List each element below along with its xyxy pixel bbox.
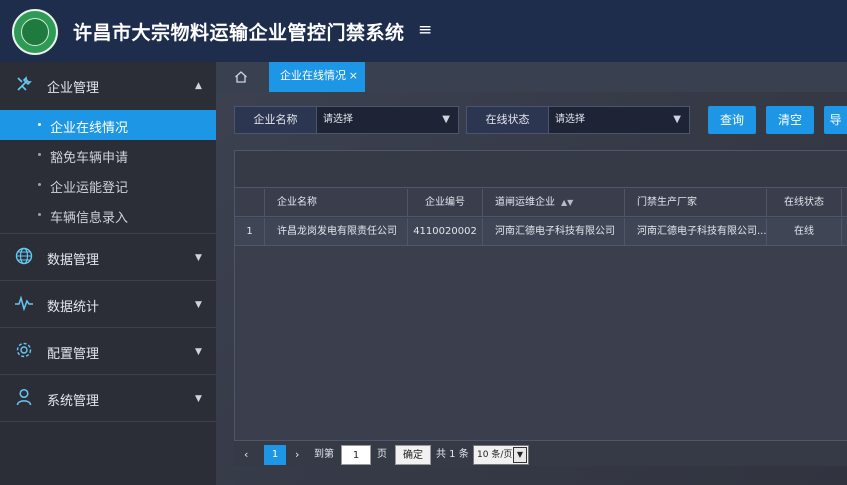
page-button-current[interactable]: 1 — [264, 445, 286, 465]
bullet-icon — [38, 183, 41, 186]
sidebar-item-label: 企业运能登记 — [50, 181, 129, 196]
sidebar-item-data-statistics[interactable]: 数据统计 ▼ — [0, 281, 216, 327]
pagination: ‹ 1 › 到第 1 页 确定 共 1 条 10 条/页 ▼ — [234, 440, 847, 466]
gear-icon — [14, 341, 34, 361]
column-header-index — [235, 189, 265, 217]
app-header: 许昌市大宗物料运输企业管控门禁系统 ≡ — [0, 0, 847, 62]
select-value: 请选择 — [555, 114, 585, 125]
sidebar-item-data-management[interactable]: 数据管理 ▼ — [0, 234, 216, 280]
sidebar-item-exempt-vehicle[interactable]: 豁免车辆申请 — [0, 140, 216, 170]
prev-page-icon[interactable]: ‹ — [244, 445, 248, 465]
caret-down-icon: ▼ — [195, 253, 202, 263]
chevron-down-icon: ▼ — [513, 447, 527, 463]
sidebar-item-label: 企业在线情况 — [50, 121, 129, 136]
bullet-icon — [38, 123, 41, 126]
caret-down-icon: ▼ — [195, 394, 202, 404]
goto-confirm-button[interactable]: 确定 — [395, 445, 431, 465]
column-header-company-name[interactable]: 企业名称 — [265, 189, 408, 217]
column-header-company-code[interactable]: 企业编号 — [408, 189, 483, 217]
column-header-maintenance-company[interactable]: 道闸运维企业 ▲▼ — [483, 189, 625, 217]
sidebar-item-system-management[interactable]: 系统管理 ▼ — [0, 375, 216, 421]
home-icon[interactable] — [216, 62, 266, 92]
online-status-select[interactable]: 请选择 ▼ — [548, 106, 690, 134]
sidebar-section-data: 数据管理 ▼ — [0, 234, 216, 281]
sidebar: 企业管理 ▲ 企业在线情况 豁免车辆申请 企业运能登记 车辆信息录入 数据管理 … — [0, 62, 216, 485]
tab-bar: 企业在线情况 × — [216, 62, 847, 92]
goto-page-input[interactable]: 1 — [341, 445, 371, 465]
main-content: 企业名称 请选择 ▼ 在线状态 请选择 ▼ 查询 清空 导 企业名称 企业编号 … — [216, 92, 847, 485]
sidebar-item-label: 配置管理 — [47, 347, 100, 362]
select-value: 请选择 — [323, 114, 353, 125]
table-cell-online-status[interactable]: 在线 — [767, 218, 842, 246]
page-unit-label: 页 — [377, 449, 387, 460]
sidebar-section-company: 企业管理 ▲ 企业在线情况 豁免车辆申请 企业运能登记 车辆信息录入 — [0, 62, 216, 234]
query-button[interactable]: 查询 — [708, 106, 756, 134]
table-cell-overflow — [842, 218, 847, 246]
clear-button[interactable]: 清空 — [766, 106, 814, 134]
bullet-icon — [38, 153, 41, 156]
grid-toolbar — [235, 151, 847, 188]
column-header-label: 道闸运维企业 — [495, 197, 555, 208]
app-title: 许昌市大宗物料运输企业管控门禁系统 — [73, 22, 405, 44]
table-cell-maintenance-company[interactable]: 河南汇德电子科技有限公司 — [483, 218, 625, 246]
company-name-select[interactable]: 请选择 ▼ — [316, 106, 459, 134]
sidebar-item-vehicle-entry[interactable]: 车辆信息录入 — [0, 200, 216, 230]
company-name-label: 企业名称 — [234, 106, 317, 134]
next-page-icon[interactable]: › — [295, 445, 299, 465]
sidebar-item-label: 系统管理 — [47, 394, 100, 409]
sidebar-section-config: 配置管理 ▼ — [0, 328, 216, 375]
tools-icon — [14, 75, 34, 95]
caret-down-icon: ▼ — [673, 114, 681, 125]
export-button[interactable]: 导 — [824, 106, 847, 134]
caret-down-icon: ▼ — [442, 114, 450, 125]
user-icon — [14, 388, 34, 408]
bullet-icon — [38, 213, 41, 216]
total-count: 共 1 条 — [436, 449, 469, 460]
caret-down-icon: ▼ — [195, 347, 202, 357]
sidebar-item-company-online[interactable]: 企业在线情况 — [0, 110, 216, 140]
tab-company-online[interactable]: 企业在线情况 × — [269, 62, 365, 92]
sidebar-item-label: 车辆信息录入 — [50, 211, 129, 226]
logo-icon — [12, 9, 58, 55]
goto-label: 到第 — [314, 449, 334, 460]
sidebar-section-system: 系统管理 ▼ — [0, 375, 216, 422]
sidebar-item-label: 数据管理 — [47, 253, 100, 268]
sidebar-section-stats: 数据统计 ▼ — [0, 281, 216, 328]
column-header-manufacturer[interactable]: 门禁生产厂家 — [625, 189, 767, 217]
online-status-label: 在线状态 — [466, 106, 549, 134]
tab-label: 企业在线情况 — [280, 69, 346, 82]
globe-icon — [14, 247, 34, 267]
page-size-value: 10 条/页 — [477, 450, 513, 460]
table-cell-company-name[interactable]: 许昌龙岗发电有限责任公司 — [265, 218, 408, 246]
sidebar-item-config-management[interactable]: 配置管理 ▼ — [0, 328, 216, 374]
data-grid: 企业名称 企业编号 道闸运维企业 ▲▼ 门禁生产厂家 在线状态 1 许昌龙岗发电有… — [234, 150, 847, 466]
sidebar-item-label: 企业管理 — [47, 81, 100, 96]
sidebar-item-label: 数据统计 — [47, 300, 100, 315]
table-cell-index: 1 — [235, 218, 265, 246]
sidebar-item-capacity-registration[interactable]: 企业运能登记 — [0, 170, 216, 200]
column-header-online-status[interactable]: 在线状态 — [767, 189, 842, 217]
caret-up-icon: ▲ — [195, 81, 202, 91]
sort-icon[interactable]: ▲▼ — [561, 198, 573, 207]
pulse-icon — [14, 294, 34, 314]
menu-toggle-icon[interactable]: ≡ — [418, 20, 432, 40]
close-icon[interactable]: × — [349, 62, 358, 90]
column-header-overflow — [842, 189, 847, 217]
table-cell-manufacturer[interactable]: 河南汇德电子科技有限公司... — [625, 218, 767, 246]
sidebar-item-company-management[interactable]: 企业管理 ▲ — [0, 62, 216, 110]
page-size-select[interactable]: 10 条/页 ▼ — [473, 445, 529, 465]
table-cell-company-code[interactable]: 4110020002 — [408, 218, 483, 246]
caret-down-icon: ▼ — [195, 300, 202, 310]
sidebar-item-label: 豁免车辆申请 — [50, 151, 129, 166]
